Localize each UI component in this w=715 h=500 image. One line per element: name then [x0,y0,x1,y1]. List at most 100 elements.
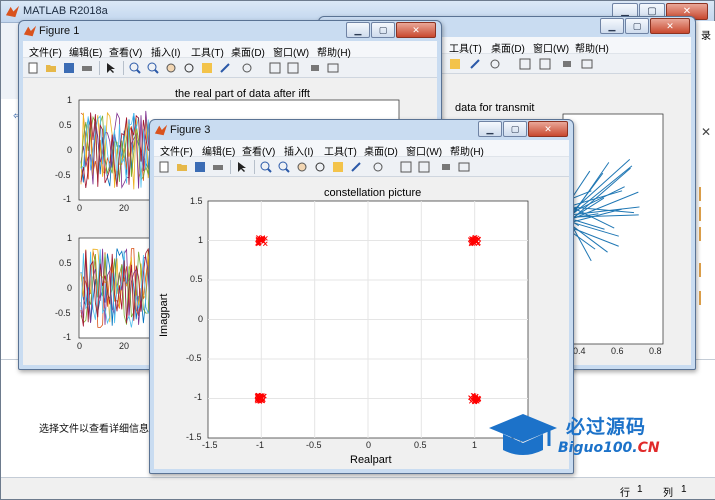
edit-plot-icon[interactable] [234,159,250,175]
side-tab[interactable] [699,227,715,241]
open-file-icon[interactable] [174,159,190,175]
close-button[interactable]: ✕ [528,121,568,137]
constellation-title: constellation picture [324,187,422,199]
menu-desktop[interactable]: 桌面(D) [491,40,525,55]
menu-help[interactable]: 帮助(H) [575,40,609,55]
side-tab[interactable] [699,291,715,305]
minimize-button[interactable]: ▁ [346,22,370,38]
insert-colorbar-icon[interactable] [398,159,414,175]
data-cursor-icon[interactable] [330,159,346,175]
data-cursor-icon[interactable] [199,60,215,76]
hide-tools-icon[interactable] [307,60,323,76]
y-tick: 0.5 [190,274,203,284]
show-tools-icon[interactable] [325,60,341,76]
insert-colorbar-icon[interactable] [517,56,533,72]
hide-tools-icon[interactable] [559,56,575,72]
figure-3-title-bar[interactable]: Figure 3 ▁ ▢ ✕ [150,120,573,140]
y-tick: 0.5 [59,120,72,130]
open-file-icon[interactable] [43,60,59,76]
x-tick: 0.5 [414,440,427,450]
menu-insert[interactable]: 插入(I) [284,143,313,158]
pan-icon[interactable] [163,60,179,76]
insert-legend-icon[interactable] [537,56,553,72]
link-icon[interactable] [487,56,503,72]
figure-3-menubar: 文件(F) 编辑(E) 查看(V) 插入(I) 工具(T) 桌面(D) 窗口(W… [154,140,569,158]
insert-legend-icon[interactable] [285,60,301,76]
menu-desktop[interactable]: 桌面(D) [364,143,398,158]
menu-edit[interactable]: 编辑(E) [202,143,235,158]
print-icon[interactable] [79,60,95,76]
rotate-3d-icon[interactable] [312,159,328,175]
figure-1-menubar: 文件(F) 编辑(E) 查看(V) 插入(I) 工具(T) 桌面(D) 窗口(W… [23,41,437,59]
zoom-out-icon[interactable] [145,60,161,76]
maximize-button[interactable]: ▢ [503,121,527,137]
zoom-in-icon[interactable] [127,60,143,76]
y-tick: -1 [194,392,203,402]
y-tick: -1 [63,194,72,204]
brush-icon[interactable] [348,159,364,175]
figure-1-title-bar[interactable]: Figure 1 ▁ ▢ ✕ [19,21,441,41]
minimize-button[interactable]: ▁ [478,121,502,137]
save-icon[interactable] [61,60,77,76]
menu-tools[interactable]: 工具(T) [449,40,482,55]
side-tab[interactable] [699,187,715,201]
menu-window[interactable]: 窗口(W) [406,143,442,158]
menu-tools[interactable]: 工具(T) [191,44,224,59]
menu-help[interactable]: 帮助(H) [450,143,484,158]
menu-tools[interactable]: 工具(T) [324,143,357,158]
y-tick: 0 [67,145,73,155]
col-label: 列 [663,488,673,499]
y-tick: 1 [67,233,73,243]
link-icon[interactable] [239,60,255,76]
insert-colorbar-icon[interactable] [267,60,283,76]
data-cursor-icon[interactable] [447,56,463,72]
menu-file[interactable]: 文件(F) [160,143,193,158]
print-icon[interactable] [210,159,226,175]
menu-insert[interactable]: 插入(I) [151,44,180,59]
brush-icon[interactable] [217,60,233,76]
side-tab[interactable] [699,207,715,221]
new-figure-icon[interactable] [156,159,172,175]
close-button[interactable]: ✕ [650,18,690,34]
menu-edit[interactable]: 编辑(E) [69,44,102,59]
x-tick: 0 [77,203,83,213]
x-tick: 0 [366,440,372,450]
maximize-button[interactable]: ▢ [371,22,395,38]
save-icon[interactable] [192,159,208,175]
pan-icon[interactable] [294,159,310,175]
y-tick: -1 [63,332,72,342]
close-button[interactable]: ✕ [396,22,436,38]
menu-view[interactable]: 查看(V) [109,44,142,59]
edit-plot-icon[interactable] [103,60,119,76]
matlab-logo-icon [154,124,168,136]
minimize-button[interactable]: ▁ [600,18,624,34]
show-tools-icon[interactable] [579,56,595,72]
constellation-point [254,392,267,404]
menu-view[interactable]: 查看(V) [242,143,275,158]
new-figure-icon[interactable] [25,60,41,76]
menu-help[interactable]: 帮助(H) [317,44,351,59]
menu-file[interactable]: 文件(F) [29,44,62,59]
zoom-out-icon[interactable] [276,159,292,175]
zoom-in-icon[interactable] [258,159,274,175]
maximize-button[interactable]: ▢ [625,18,649,34]
brush-icon[interactable] [467,56,483,72]
menu-window[interactable]: 窗口(W) [533,40,569,55]
y-tick: 1 [67,95,73,105]
figure-2-plot-title: data for transmit [455,102,535,114]
menu-window[interactable]: 窗口(W) [273,44,309,59]
matlab-logo-icon [23,25,37,37]
right-panel-close-icon[interactable]: ✕ [701,125,711,139]
side-tab[interactable] [699,263,715,277]
row-value: 1 [637,484,643,495]
menu-desktop[interactable]: 桌面(D) [231,44,265,59]
matlab-logo-icon [5,5,20,18]
y-tick: 0 [67,283,73,293]
rotate-3d-icon[interactable] [181,60,197,76]
insert-legend-icon[interactable] [416,159,432,175]
figure-1-toolbar [23,58,437,78]
hide-tools-icon[interactable] [438,159,454,175]
graduation-cap-logo [489,414,557,455]
show-tools-icon[interactable] [456,159,472,175]
link-icon[interactable] [370,159,386,175]
